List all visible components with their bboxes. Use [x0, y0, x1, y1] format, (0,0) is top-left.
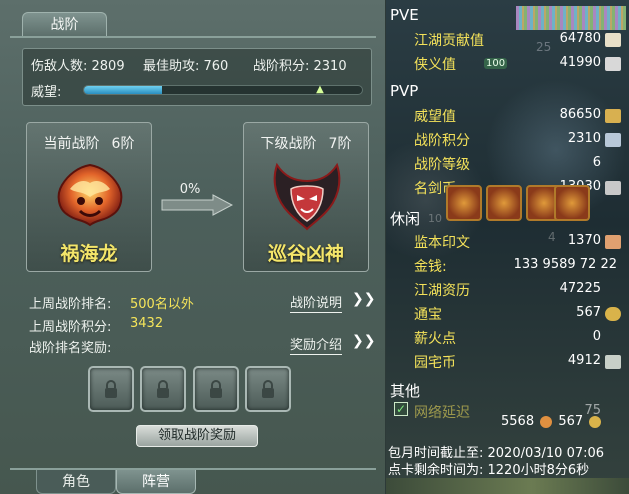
- valley-demon-emblem-icon: [273, 162, 341, 231]
- next-rank-tier: 7阶: [328, 136, 352, 152]
- current-rank-label: 当前战阶: [43, 136, 100, 152]
- garden-icon: [605, 355, 621, 369]
- buff-icon-strip: [516, 6, 626, 30]
- scene-background-strip: [386, 478, 629, 494]
- current-rank-header: 当前战阶 6阶: [27, 133, 151, 153]
- double-chevron-icon[interactable]: ❯❯: [352, 333, 375, 349]
- gold-ingot-icon: [605, 109, 621, 123]
- coin-icon: [605, 307, 621, 321]
- current-rank-card: 当前战阶 6阶 祸海龙: [26, 122, 152, 272]
- section-pve-title: PVE: [390, 6, 419, 24]
- sea-dragon-emblem-icon: [57, 163, 123, 227]
- rank-reward-label: 战阶排名奖励:: [29, 341, 112, 356]
- rank-description-link[interactable]: 战阶说明: [290, 292, 343, 313]
- voucher-icon: [540, 415, 553, 428]
- next-rank-name: 巡谷凶神: [267, 243, 344, 265]
- coin-icon: [589, 415, 602, 428]
- prestige-marker-icon: ▲: [316, 84, 324, 95]
- tab-rank[interactable]: 战阶: [22, 12, 107, 36]
- claim-rank-reward-button[interactable]: 领取战阶奖励: [136, 425, 258, 447]
- reward-slot[interactable]: [140, 366, 186, 412]
- section-other-title: 其他: [390, 382, 421, 400]
- footer-currency: 5568 567: [501, 414, 603, 429]
- last-week-rank-value: 500名以外: [130, 297, 194, 312]
- skill-icon[interactable]: [486, 185, 522, 221]
- last-week-rank-label: 上周战阶排名:: [29, 297, 112, 312]
- imprint-value: 1370: [567, 233, 601, 248]
- background-number: 4: [548, 230, 556, 244]
- money-label: 金钱:: [414, 259, 447, 275]
- prestige-value-label: 威望值: [414, 109, 456, 125]
- contribution-icon: [605, 33, 621, 47]
- section-pvp-title: PVP: [390, 82, 419, 100]
- last-week-points-value: 3432: [130, 316, 164, 331]
- garden-coin-label: 园宅币: [414, 355, 456, 371]
- current-rank-tier: 6阶: [111, 136, 135, 152]
- background-number: 10: [428, 212, 442, 225]
- footer-value-a: 5568: [501, 414, 535, 429]
- sword-icon: [605, 181, 621, 195]
- rank-points-label: 战阶积分: [414, 133, 470, 149]
- tab-character[interactable]: 角色: [36, 470, 116, 494]
- ember-points-value: 0: [592, 329, 601, 344]
- reward-slot[interactable]: [193, 366, 239, 412]
- prestige-value: 86650: [559, 107, 601, 122]
- next-rank-header: 下级战阶 7阶: [244, 133, 368, 153]
- arrow-right-icon: [161, 194, 233, 216]
- double-chevron-icon[interactable]: ❯❯: [352, 291, 375, 307]
- lock-icon: [157, 380, 169, 398]
- reward-slot[interactable]: [245, 366, 291, 412]
- garden-coin-value: 4912: [567, 353, 601, 368]
- jianghu-seniority-label: 江湖资历: [414, 283, 470, 299]
- prestige-progress-fill: [84, 86, 162, 94]
- rank-panel: 战阶 伤敌人数: 2809 最佳助攻: 760 战阶积分: 2310 威望: ▲…: [0, 0, 386, 494]
- seal-icon: [605, 235, 621, 249]
- currency-stats-panel: 25 100 PVE 江湖贡献值 64780 侠义值 41990 PVP 威望值…: [386, 0, 629, 494]
- imprint-label: 监本印文: [414, 235, 470, 251]
- network-latency-label: 网络延迟: [414, 405, 470, 421]
- next-rank-label: 下级战阶: [260, 136, 317, 152]
- background-badge: 100: [484, 58, 508, 69]
- rank-stats-box: 伤敌人数: 2809 最佳助攻: 760 战阶积分: 2310 威望: ▲: [22, 48, 372, 106]
- skill-icon[interactable]: [554, 185, 590, 221]
- last-week-points-label: 上周战阶积分:: [29, 320, 112, 335]
- next-rank-card: 下级战阶 7阶 巡谷凶神: [243, 122, 369, 272]
- rank-points: 战阶积分: 2310: [253, 59, 347, 74]
- money-value: 133 9589 72 22: [513, 257, 617, 272]
- lock-icon: [105, 380, 117, 398]
- current-rank-name: 祸海龙: [60, 243, 118, 265]
- shield-icon: [605, 133, 621, 147]
- rank-points-value: 2310: [567, 131, 601, 146]
- prestige-label: 威望:: [31, 85, 62, 100]
- jianghu-contribution-label: 江湖贡献值: [414, 33, 484, 49]
- point-card-remaining: 点卡剩余时间为: 1220小时8分6秒: [388, 463, 590, 478]
- jianghu-seniority-value: 47225: [559, 281, 601, 296]
- tongbao-value: 567: [576, 305, 601, 320]
- defeated-count: 伤敌人数: 2809: [31, 59, 125, 74]
- chivalry-value: 41990: [559, 55, 601, 70]
- checkbox-icon[interactable]: ✓: [394, 402, 408, 416]
- lock-icon: [210, 380, 222, 398]
- background-score: 25: [536, 40, 552, 54]
- reward-slot[interactable]: [88, 366, 134, 412]
- tongbao-label: 通宝: [414, 307, 442, 323]
- skill-icon[interactable]: [446, 185, 482, 221]
- jianghu-contribution-value: 64780: [559, 31, 601, 46]
- footer-value-b: 567: [558, 414, 584, 429]
- lock-icon: [262, 380, 274, 398]
- chivalry-label: 侠义值: [414, 57, 456, 73]
- rank-level-value: 6: [592, 155, 601, 170]
- best-assist: 最佳助攻: 760: [143, 59, 229, 74]
- reward-intro-link[interactable]: 奖励介绍: [290, 334, 343, 355]
- header-divider: [10, 36, 376, 38]
- rank-level-label: 战阶等级: [414, 157, 470, 173]
- ember-points-label: 薪火点: [414, 331, 456, 347]
- chivalry-icon: [605, 57, 621, 71]
- tab-camp[interactable]: 阵营: [116, 470, 196, 494]
- section-leisure-title: 休闲: [390, 210, 421, 228]
